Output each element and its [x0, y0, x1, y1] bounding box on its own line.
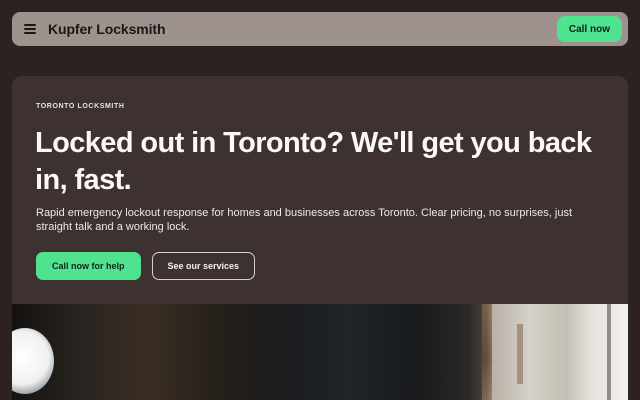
- hero-subtext: Rapid emergency lockout response for hom…: [36, 207, 573, 233]
- hero-cta-row: Call now for help See our services: [36, 252, 256, 280]
- hero-eyebrow: TORONTO LOCKSMITH: [36, 103, 125, 110]
- photo-detail: [517, 324, 523, 384]
- menu-line: [24, 28, 36, 30]
- hero-section: TORONTO LOCKSMITH Locked out in Toronto?…: [12, 76, 628, 400]
- call-now-for-help-button[interactable]: Call now for help: [36, 252, 141, 280]
- brand-name[interactable]: Kupfer Locksmith: [48, 21, 166, 37]
- hero-headline: Locked out in Toronto? We'll get you bac…: [35, 127, 592, 196]
- photo-light-spot: [12, 328, 54, 394]
- photo-detail: [607, 304, 611, 400]
- see-services-button[interactable]: See our services: [151, 252, 256, 280]
- menu-line: [24, 24, 36, 26]
- hero-photo: [12, 304, 628, 400]
- photo-detail: [482, 304, 492, 400]
- hamburger-menu-icon[interactable]: [24, 24, 36, 34]
- menu-line: [24, 32, 36, 34]
- top-navbar: Kupfer Locksmith Call now: [12, 12, 628, 46]
- call-now-button[interactable]: Call now: [556, 16, 622, 42]
